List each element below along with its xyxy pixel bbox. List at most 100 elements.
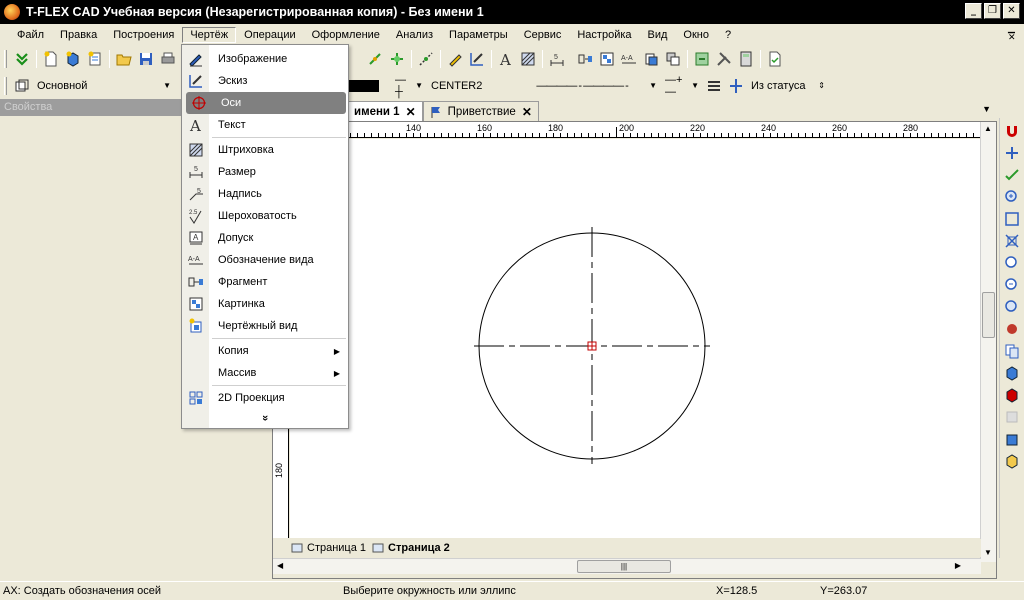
model-3d-icon[interactable] bbox=[1003, 364, 1021, 382]
zoom-prev-icon[interactable] bbox=[1003, 276, 1021, 294]
menu-constructions[interactable]: Построения bbox=[105, 27, 182, 43]
cube-icon[interactable] bbox=[1003, 452, 1021, 470]
snap-icon[interactable] bbox=[366, 50, 384, 68]
menu-item-fragment[interactable]: Фрагмент bbox=[183, 271, 348, 293]
snap-line-icon[interactable] bbox=[417, 50, 435, 68]
vertical-scrollbar[interactable]: ▲ ▼ bbox=[980, 122, 996, 562]
box-icon[interactable] bbox=[1003, 430, 1021, 448]
new-document-icon[interactable] bbox=[42, 50, 60, 68]
line-status-icon[interactable] bbox=[727, 77, 745, 95]
line-end-combo[interactable]: —┼ ▼ bbox=[391, 74, 427, 98]
menu-drawing[interactable]: Чертёж bbox=[182, 26, 237, 43]
menu-item-array[interactable]: Массив ▶ bbox=[183, 362, 348, 384]
layer-combo[interactable]: Основной ▼ bbox=[33, 77, 173, 95]
menu-item-text[interactable]: A Текст bbox=[183, 114, 348, 136]
menu-edit[interactable]: Правка bbox=[52, 27, 105, 43]
vertical-scroll-thumb[interactable] bbox=[982, 292, 995, 338]
save-icon[interactable] bbox=[137, 50, 155, 68]
new-3d-icon[interactable] bbox=[64, 50, 82, 68]
mdi-buttons[interactable]: ▁ ✕ bbox=[1008, 24, 1020, 44]
toolbar-grip[interactable] bbox=[4, 76, 7, 95]
maximize-button[interactable]: ❐ bbox=[984, 3, 1001, 19]
dimension-icon[interactable]: 5 bbox=[548, 50, 566, 68]
status-combo[interactable]: Из статуса ⇕ bbox=[747, 77, 827, 95]
copy-doc-icon[interactable] bbox=[642, 50, 660, 68]
calculator-icon[interactable] bbox=[737, 50, 755, 68]
page-tab-label: Страница 2 bbox=[388, 542, 450, 554]
snap-settings-icon[interactable] bbox=[1003, 144, 1021, 162]
zoom-all-icon[interactable] bbox=[1003, 232, 1021, 250]
horizontal-scrollbar[interactable]: ◀ ||| ▶ bbox=[273, 558, 981, 574]
menu-item-dimension[interactable]: 5 Размер bbox=[183, 161, 348, 183]
menu-item-2d-projection[interactable]: 2D Проекция bbox=[183, 387, 348, 409]
stack-icon[interactable] bbox=[664, 50, 682, 68]
tabs-dropdown-icon[interactable]: ▼ bbox=[982, 104, 991, 114]
line-type-combo[interactable]: CENTER2 ———— - ———— - ▼ bbox=[427, 77, 661, 95]
menu-formatting[interactable]: Оформление bbox=[304, 27, 388, 43]
menu-settings[interactable]: Настройка bbox=[569, 27, 639, 43]
menu-help[interactable]: ? bbox=[717, 27, 739, 43]
menu-item-drawing-view[interactable]: Чертёжный вид bbox=[183, 315, 348, 337]
close-tab-icon[interactable]: ✕ bbox=[406, 105, 416, 119]
menu-parameters[interactable]: Параметры bbox=[441, 27, 516, 43]
menu-window[interactable]: Окно bbox=[675, 27, 717, 43]
minimize-button[interactable]: _ bbox=[965, 3, 982, 19]
text-icon[interactable]: A bbox=[497, 50, 515, 68]
layers-icon[interactable] bbox=[13, 77, 31, 95]
copy-icon[interactable] bbox=[1003, 342, 1021, 360]
node-icon[interactable] bbox=[388, 50, 406, 68]
line-style-combo[interactable]: —+— ▼ bbox=[661, 74, 703, 98]
open-folder-icon[interactable] bbox=[115, 50, 133, 68]
line-weight-icon[interactable] bbox=[705, 77, 723, 95]
zoom-out-icon[interactable] bbox=[1003, 298, 1021, 316]
regenerate-icon[interactable] bbox=[693, 50, 711, 68]
model-check-icon[interactable] bbox=[1003, 386, 1021, 404]
document-check-icon[interactable] bbox=[766, 50, 784, 68]
expand-chevron-icon[interactable] bbox=[13, 50, 31, 68]
zoom-window-icon[interactable] bbox=[1003, 210, 1021, 228]
color-swatch[interactable] bbox=[349, 79, 379, 92]
snap-magnet-icon[interactable] bbox=[1003, 122, 1021, 140]
submenu-arrow-icon: ▶ bbox=[333, 346, 340, 356]
menu-item-hatch[interactable]: Штриховка bbox=[183, 139, 348, 161]
menu-operations[interactable]: Операции bbox=[236, 27, 303, 43]
print-icon[interactable] bbox=[159, 50, 177, 68]
check-snap-icon[interactable] bbox=[1003, 166, 1021, 184]
menu-view[interactable]: Вид bbox=[640, 27, 676, 43]
zoom-in-icon[interactable] bbox=[1003, 188, 1021, 206]
new-template-icon[interactable] bbox=[86, 50, 104, 68]
faded-tool-icon[interactable] bbox=[1003, 408, 1021, 426]
tab-document[interactable]: имени 1 ✕ bbox=[347, 101, 423, 121]
close-tab-icon[interactable]: ✕ bbox=[522, 105, 532, 119]
hatch-icon[interactable] bbox=[519, 50, 537, 68]
page-tab-1[interactable]: Страница 1 bbox=[291, 542, 366, 554]
menu-item-view-designation[interactable]: A-A Обозначение вида bbox=[183, 249, 348, 271]
fragment-icon[interactable] bbox=[576, 50, 594, 68]
menu-item-tolerance[interactable]: A Допуск bbox=[183, 227, 348, 249]
menu-item-axes[interactable]: Оси bbox=[186, 92, 346, 114]
menu-item-image[interactable]: Изображение bbox=[183, 48, 348, 70]
menu-service[interactable]: Сервис bbox=[516, 27, 570, 43]
tools-icon[interactable] bbox=[715, 50, 733, 68]
drawing-canvas[interactable] bbox=[290, 139, 981, 538]
menu-item-copy[interactable]: Копия ▶ bbox=[183, 340, 348, 362]
menu-expand-more[interactable]: » bbox=[183, 407, 348, 429]
menu-item-picture[interactable]: Картинка bbox=[183, 293, 348, 315]
page-tab-2[interactable]: Страница 2 bbox=[372, 542, 450, 554]
picture-icon[interactable] bbox=[598, 50, 616, 68]
close-button[interactable]: ✕ bbox=[1003, 3, 1020, 19]
menu-item-label[interactable]: 5 Надпись bbox=[183, 183, 348, 205]
pencil-icon[interactable] bbox=[446, 50, 464, 68]
horizontal-scroll-thumb[interactable]: ||| bbox=[577, 560, 671, 573]
menu-item-roughness[interactable]: 2.5 Шероховатость bbox=[183, 205, 348, 227]
menu-item-sketch[interactable]: Эскиз bbox=[183, 70, 348, 92]
menu-analysis[interactable]: Анализ bbox=[388, 27, 441, 43]
view-designation-icon[interactable]: A-A bbox=[620, 50, 638, 68]
zoom-page-icon[interactable] bbox=[1003, 254, 1021, 272]
pan-icon[interactable] bbox=[1003, 320, 1021, 338]
menu-file[interactable]: Файл bbox=[9, 27, 52, 43]
sketch-icon[interactable] bbox=[468, 50, 486, 68]
toolbar-grip[interactable] bbox=[4, 50, 7, 68]
sketch-icon bbox=[183, 73, 209, 89]
tab-welcome[interactable]: Приветствие ✕ bbox=[422, 101, 539, 121]
